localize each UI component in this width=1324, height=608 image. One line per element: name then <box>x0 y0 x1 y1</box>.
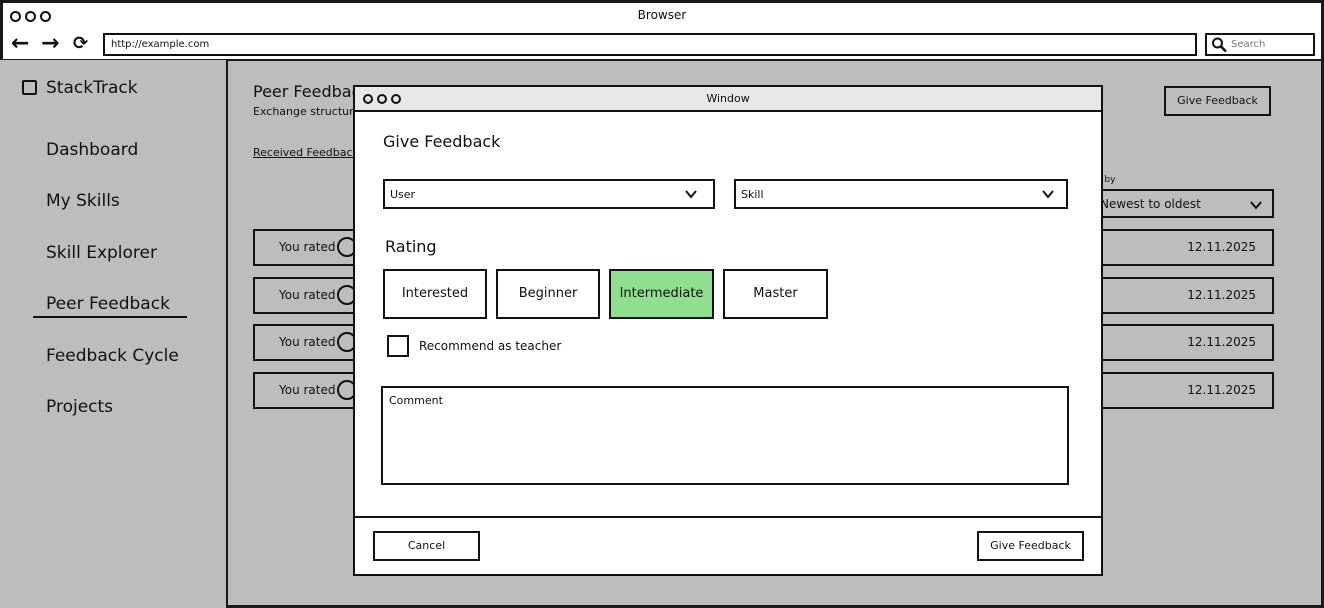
sidebar-item-projects[interactable]: Projects <box>46 397 113 417</box>
row-text: You rated <box>279 288 336 302</box>
sidebar-item-peer-feedback[interactable]: Peer Feedback <box>46 294 170 314</box>
skill-select[interactable]: Skill <box>734 179 1068 209</box>
modal-heading: Give Feedback <box>383 132 501 151</box>
rating-label: Rating <box>385 237 437 256</box>
comment-textarea[interactable]: Comment <box>381 386 1069 485</box>
cancel-button[interactable]: Cancel <box>373 531 480 561</box>
search-placeholder: Search <box>1231 39 1266 50</box>
arrow-left-icon[interactable]: ← <box>11 30 29 58</box>
chevron-down-icon <box>685 190 697 199</box>
modal-window-title: Window <box>706 92 750 105</box>
recommend-checkbox[interactable] <box>387 335 409 357</box>
sidebar-item-my-skills[interactable]: My Skills <box>46 191 120 211</box>
sort-select[interactable]: Newest to oldest <box>1092 189 1274 218</box>
row-text: You rated <box>279 240 336 254</box>
rating-option-intermediate[interactable]: Intermediate <box>609 269 714 319</box>
sidebar-item-dashboard[interactable]: Dashboard <box>46 140 138 160</box>
recommend-label: Recommend as teacher <box>419 339 562 353</box>
rating-option-interested[interactable]: Interested <box>383 269 487 319</box>
image-icon <box>22 80 37 95</box>
row-date: 12.11.2025 <box>1187 335 1256 349</box>
brand-name: StackTrack <box>46 78 138 98</box>
arrow-right-icon[interactable]: → <box>41 30 59 58</box>
user-select-value: User <box>390 188 416 201</box>
chevron-down-icon <box>1250 201 1262 210</box>
reload-icon[interactable]: ⟳ <box>73 30 88 58</box>
submit-feedback-button[interactable]: Give Feedback <box>977 531 1084 561</box>
search-icon <box>1212 37 1227 53</box>
sort-value: Newest to oldest <box>1100 197 1201 211</box>
skill-select-value: Skill <box>741 188 764 201</box>
browser-search-input[interactable]: Search <box>1205 33 1315 56</box>
sidebar-item-skill-explorer[interactable]: Skill Explorer <box>46 243 157 263</box>
tab-received-feedback[interactable]: Received Feedback <box>253 146 359 159</box>
row-date: 12.11.2025 <box>1187 288 1256 302</box>
sidebar-item-feedback-cycle[interactable]: Feedback Cycle <box>46 346 179 366</box>
browser-titlebar: Browser <box>3 3 1321 30</box>
row-date: 12.11.2025 <box>1187 383 1256 397</box>
row-text: You rated <box>279 335 336 349</box>
rating-option-beginner[interactable]: Beginner <box>496 269 600 319</box>
give-feedback-button[interactable]: Give Feedback <box>1164 86 1271 116</box>
chevron-down-icon <box>1042 190 1054 199</box>
row-text: You rated <box>279 383 336 397</box>
modal-footer-divider <box>355 516 1101 518</box>
address-bar[interactable]: http://example.com <box>103 33 1197 56</box>
row-date: 12.11.2025 <box>1187 240 1256 254</box>
active-nav-indicator <box>33 316 187 318</box>
browser-navbar: ← → ⟳ http://example.com Search <box>3 30 1321 61</box>
rating-option-master[interactable]: Master <box>723 269 828 319</box>
browser-title: Browser <box>637 8 687 22</box>
give-feedback-modal: Window Give Feedback User Skill Rating I… <box>353 85 1103 576</box>
modal-titlebar: Window <box>355 87 1101 112</box>
user-select[interactable]: User <box>383 179 715 209</box>
comment-placeholder: Comment <box>389 394 443 407</box>
